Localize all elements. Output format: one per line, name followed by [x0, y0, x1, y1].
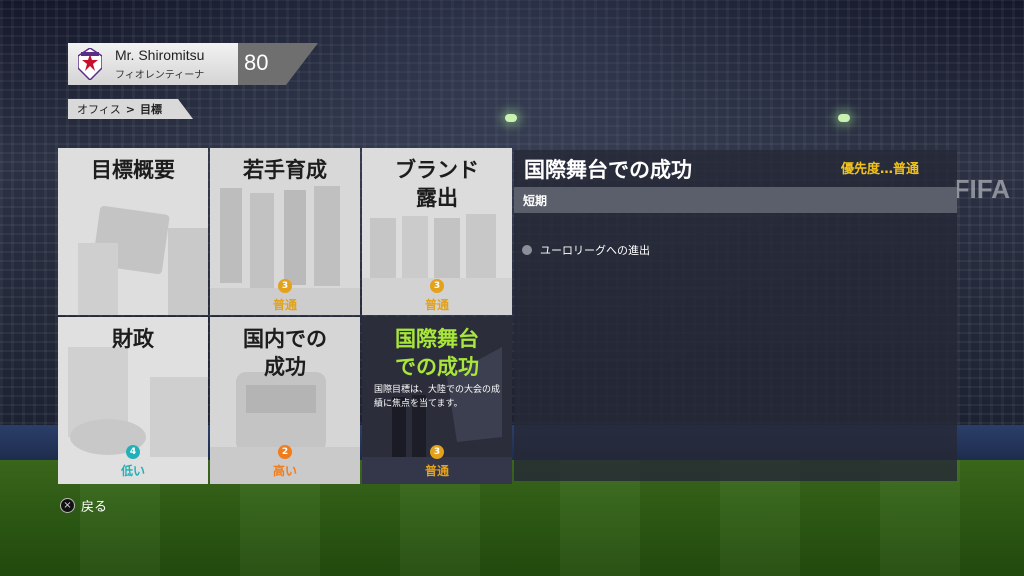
- section-label: 短期: [523, 194, 548, 208]
- fifa-logo-text: FIFA: [953, 174, 1010, 204]
- breadcrumb: オフィス > 目標: [68, 99, 193, 119]
- panel-priority: 優先度…普通: [840, 162, 919, 177]
- rating-badge: 80: [238, 43, 318, 85]
- goal-status-icon: [522, 245, 532, 255]
- club-name: フィオレンティーナ: [115, 70, 205, 81]
- tile-domestic-success[interactable]: 国内での 成功 2 高い: [210, 317, 360, 484]
- manager-rating: 80: [244, 50, 269, 75]
- back-label: 戻る: [81, 500, 108, 515]
- manager-name: Mr. Shiromitsu: [115, 47, 205, 63]
- objectives-grid: 目標概要 若手育成 3 普通 ブランド 露出 3 普通 財政 4 低い 国内での…: [58, 148, 512, 485]
- tile-title: 国際舞台 での成功: [362, 325, 512, 381]
- stadium-light: [838, 114, 850, 122]
- stadium-light: [505, 114, 517, 122]
- tile-title-line: での成功: [395, 355, 479, 379]
- section-header-short-term: 短期: [514, 187, 957, 213]
- priority-2-icon: 2: [278, 445, 292, 459]
- profile-card: Mr. Shiromitsu フィオレンティーナ: [68, 43, 238, 85]
- goal-text: ユーロリーグへの進出: [540, 244, 650, 257]
- priority-label: 低い: [120, 464, 145, 478]
- tile-title-line: ブランド: [395, 158, 479, 182]
- tile-title: 国内での 成功: [210, 325, 360, 381]
- tile-title-line: 成功: [264, 355, 306, 379]
- tile-objectives-overview[interactable]: 目標概要: [58, 148, 208, 315]
- tile-title-line: 露出: [416, 186, 458, 210]
- priority-4-icon: 4: [126, 445, 140, 459]
- chevron-right-icon: >: [125, 102, 135, 116]
- manager-profile: Mr. Shiromitsu フィオレンティーナ 80: [68, 43, 318, 85]
- tile-title: ブランド 露出: [362, 156, 512, 212]
- tile-title: 若手育成: [243, 158, 327, 182]
- panel-title: 国際舞台での成功: [524, 158, 692, 182]
- tile-youth-development[interactable]: 若手育成 3 普通: [210, 148, 360, 315]
- tile-title: 財政: [112, 327, 154, 351]
- tile-title: 目標概要: [91, 158, 175, 182]
- tile-description: 国際目標は、大陸での大会の成績に焦点を当てます。: [374, 385, 501, 409]
- priority-label: 普通: [272, 298, 297, 312]
- tile-title-line: 国際舞台: [395, 327, 479, 351]
- tile-international-success[interactable]: 国際舞台 での成功 国際目標は、大陸での大会の成績に焦点を当てます。 3 普通: [362, 317, 512, 484]
- objective-detail-panel: 国際舞台での成功 優先度…普通 短期 ユーロリーグへの進出: [514, 150, 957, 481]
- tile-finance[interactable]: 財政 4 低い: [58, 317, 208, 484]
- breadcrumb-parent[interactable]: オフィス: [77, 101, 121, 117]
- priority-3-icon: 3: [430, 279, 444, 293]
- priority-label: 普通: [424, 298, 449, 312]
- tile-brand-exposure[interactable]: ブランド 露出 3 普通: [362, 148, 512, 315]
- cross-button-icon: ×: [60, 498, 75, 513]
- back-button[interactable]: × 戻る: [60, 496, 107, 515]
- priority-label: 高い: [272, 464, 297, 478]
- priority-label: 普通: [424, 464, 449, 478]
- club-crest-icon: [78, 48, 102, 80]
- tile-title-line: 国内での: [243, 327, 327, 351]
- priority-3-icon: 3: [278, 279, 292, 293]
- priority-3-icon: 3: [430, 445, 444, 459]
- breadcrumb-current: 目標: [140, 103, 162, 116]
- goal-item: ユーロリーグへの進出: [522, 242, 650, 258]
